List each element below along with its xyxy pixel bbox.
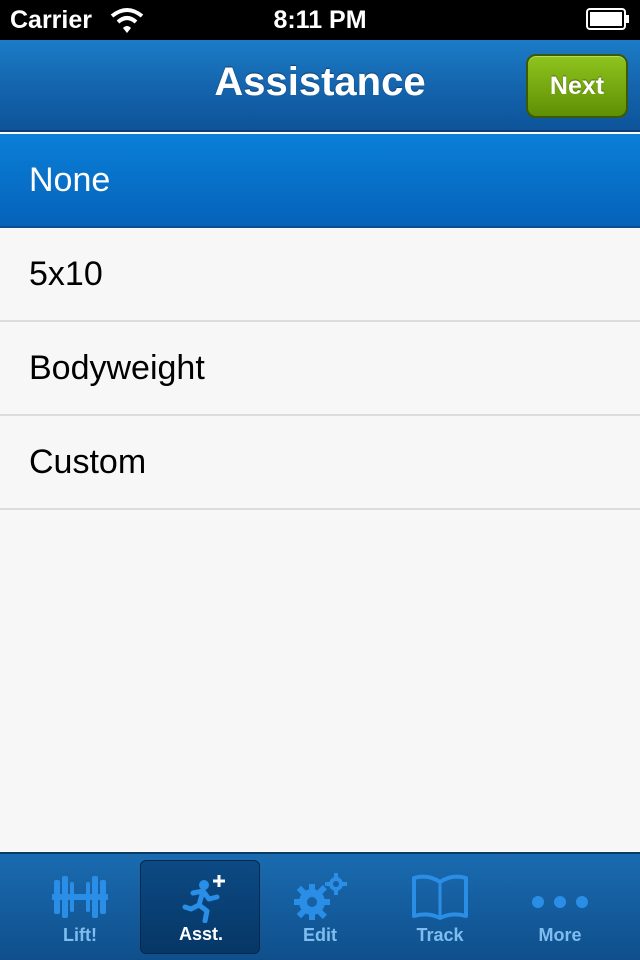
tab-label-more: More [538, 925, 582, 945]
runner-plus-icon [182, 875, 225, 923]
book-icon [412, 874, 468, 920]
tab-label-edit: Edit [303, 925, 337, 945]
tab-track[interactable]: Track [380, 860, 500, 954]
tab-lift[interactable]: Lift! [20, 860, 140, 954]
list-item-custom[interactable]: Custom [0, 416, 640, 510]
list-item-none[interactable]: None [0, 134, 640, 228]
tab-more[interactable]: More [500, 860, 620, 954]
tab-bar: Lift! Asst. Edit Track More [0, 852, 640, 960]
more-dots-icon [532, 896, 588, 908]
tab-asst[interactable]: Asst. [140, 860, 260, 954]
status-bar: Carrier 8:11 PM [0, 0, 640, 40]
tab-edit[interactable]: Edit [260, 860, 380, 954]
status-time: 8:11 PM [273, 6, 367, 34]
next-button[interactable]: Next [526, 54, 628, 118]
navigation-bar: Assistance Next [0, 40, 640, 132]
list-item-5x10[interactable]: 5x10 [0, 228, 640, 322]
list-item-bodyweight[interactable]: Bodyweight [0, 322, 640, 416]
options-list: None 5x10 Bodyweight Custom [0, 134, 640, 510]
tab-label-lift: Lift! [63, 925, 97, 945]
tab-label-track: Track [416, 925, 464, 945]
gears-icon [294, 873, 347, 920]
tab-label-asst: Asst. [178, 924, 223, 944]
barbell-icon [52, 876, 108, 918]
battery-icon [586, 8, 629, 30]
